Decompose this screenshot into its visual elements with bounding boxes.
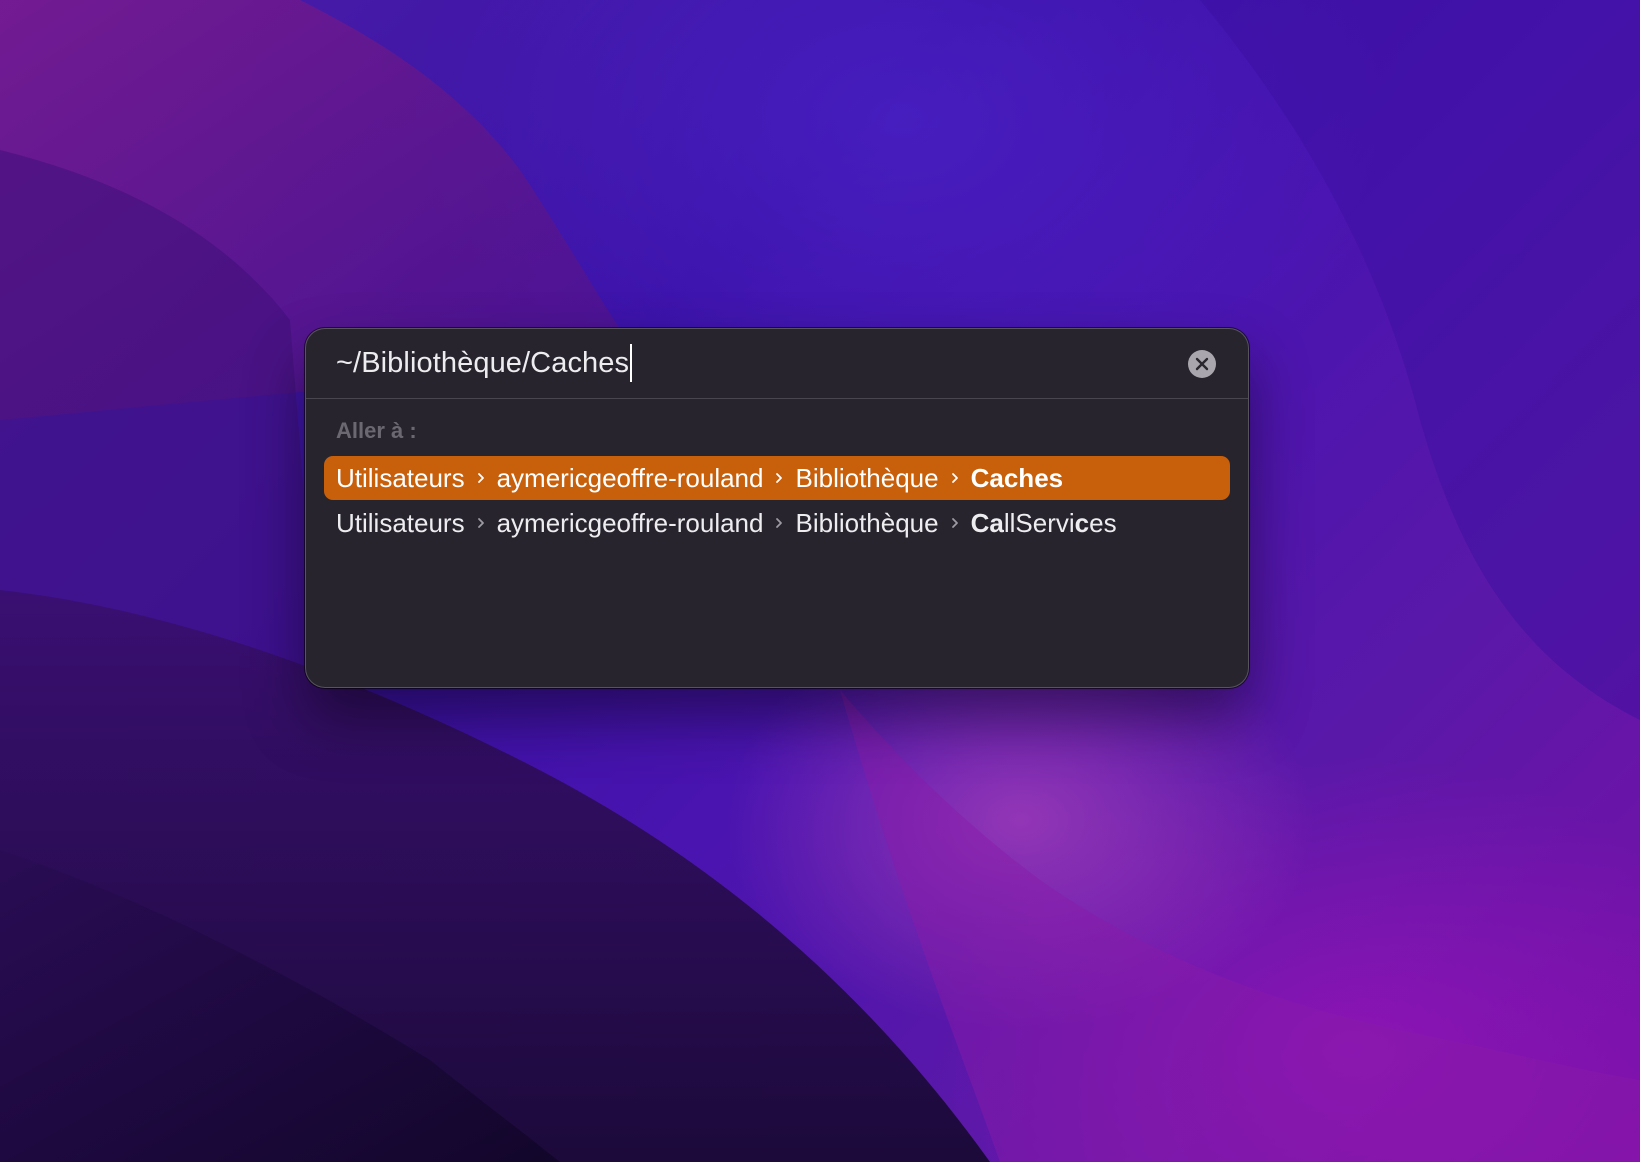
path-segment: aymericgeoffre-rouland [496, 462, 764, 493]
path-segment: aymericgeoffre-rouland [496, 507, 764, 538]
chevron-right-icon [763, 516, 795, 530]
chevron-right-icon [465, 516, 497, 530]
match-rest: es [1089, 507, 1117, 538]
match-highlight: Ca [970, 507, 1004, 538]
path-segment: Utilisateurs [336, 462, 465, 493]
go-to-folder-dialog: ~/Bibliothèque/Caches Aller à : Utilisat… [305, 328, 1249, 688]
chevron-right-icon [939, 471, 971, 485]
desktop-wallpaper: ~/Bibliothèque/Caches Aller à : Utilisat… [0, 0, 1640, 1162]
text-caret [630, 344, 633, 382]
path-input-row: ~/Bibliothèque/Caches [306, 329, 1248, 399]
clear-path-button[interactable] [1188, 350, 1216, 378]
path-segment: Bibliothèque [795, 507, 939, 538]
path-segment: Utilisateurs [336, 507, 465, 538]
match-highlight: c [1074, 507, 1090, 538]
path-input-field[interactable]: ~/Bibliothèque/Caches [336, 343, 633, 383]
path-segment: Bibliothèque [795, 462, 939, 493]
path-segment-match: Caches [970, 462, 1064, 493]
chevron-right-icon [939, 516, 971, 530]
result-row-callservices[interactable]: Utilisateurs aymericgeoffre-rouland Bibl… [324, 501, 1230, 545]
xmark-icon [1195, 357, 1209, 371]
section-label-go-to: Aller à : [336, 418, 417, 443]
chevron-right-icon [465, 471, 497, 485]
path-segment-last: CallServices [971, 508, 1117, 539]
match-rest: llServi [1003, 507, 1075, 538]
result-row-caches[interactable]: Utilisateurs aymericgeoffre-rouland Bibl… [324, 456, 1230, 500]
chevron-right-icon [763, 471, 795, 485]
path-input-text: ~/Bibliothèque/Caches [336, 346, 630, 379]
